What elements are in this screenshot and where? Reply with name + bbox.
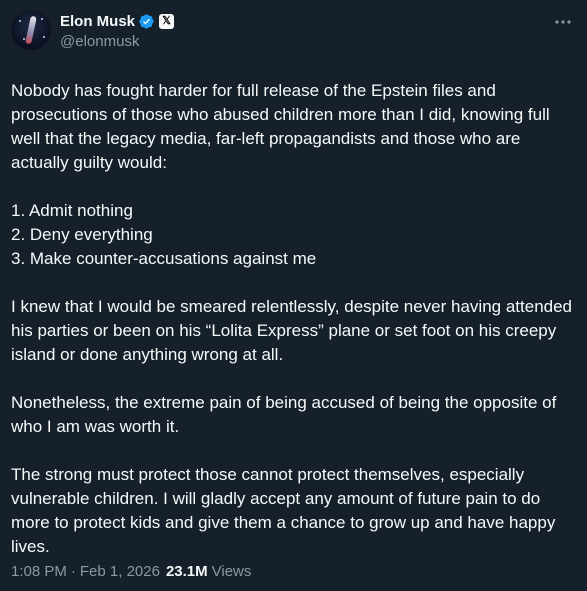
more-options-icon[interactable] (553, 12, 573, 32)
author-handle[interactable]: @elonmusk (60, 32, 174, 52)
meta-separator: · (70, 563, 76, 580)
views-count[interactable]: 23.1M (166, 563, 208, 580)
tweet-metadata: 1:08 PM · Feb 1, 2026 23.1M Views (11, 563, 251, 580)
tweet-time[interactable]: 1:08 PM (11, 563, 67, 580)
name-row: Elon Musk 𝕏 (60, 10, 175, 32)
tweet-card: Elon Musk 𝕏 @elonmusk Nobody has fought … (0, 0, 587, 591)
affiliation-badge-icon[interactable]: 𝕏 (159, 13, 175, 29)
verified-badge-icon (138, 13, 155, 30)
tweet-text: Nobody has fought harder for full releas… (11, 81, 573, 556)
author-display-name[interactable]: Elon Musk (60, 13, 135, 30)
author-info: Elon Musk 𝕏 @elonmusk (60, 10, 175, 52)
tweet-header: Elon Musk 𝕏 @elonmusk (11, 10, 575, 60)
views-label: Views (211, 563, 252, 580)
avatar[interactable] (11, 10, 51, 50)
tweet-date[interactable]: Feb 1, 2026 (80, 563, 160, 580)
